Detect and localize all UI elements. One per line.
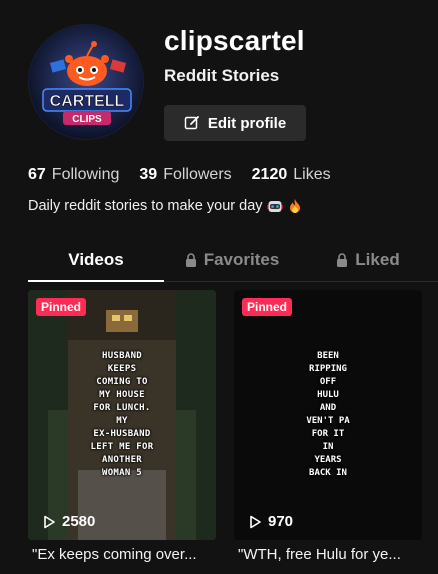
profile-page: CARTELL CLIPS clipscartel Reddit Stories… bbox=[0, 0, 438, 574]
play-icon bbox=[44, 515, 55, 528]
video-caption[interactable]: "WTH, free Hulu for ye... bbox=[238, 546, 434, 563]
followers-count: 39 bbox=[139, 166, 158, 183]
view-count-value: 970 bbox=[268, 513, 294, 530]
view-count-value: 2580 bbox=[62, 513, 96, 530]
view-count: 2580 bbox=[42, 513, 95, 530]
following-label: Following bbox=[51, 166, 120, 183]
profile-tabs: Videos Favorites Liked bbox=[28, 238, 438, 282]
following-count: 67 bbox=[28, 166, 46, 183]
username: clipscartel bbox=[164, 25, 305, 56]
lock-icon bbox=[185, 252, 196, 267]
tab-favorites-label: Favorites bbox=[203, 249, 280, 269]
tab-videos[interactable]: Videos bbox=[28, 238, 164, 282]
edit-profile-button[interactable]: Edit profile bbox=[164, 105, 306, 141]
pinned-badge: Pinned bbox=[36, 298, 87, 316]
view-count: 970 bbox=[248, 513, 293, 530]
avatar-logo-text-bottom: CLIPS bbox=[72, 114, 102, 125]
video-overlay-text: HUSBAND KEEPS COMING TO MY HOUSE FOR LUN… bbox=[90, 351, 154, 478]
pinned-badge: Pinned bbox=[242, 298, 293, 316]
video-card[interactable]: Pinned HUSBAND KEEPS COMING TO MY HOUSE … bbox=[28, 290, 216, 540]
robot-face-icon bbox=[266, 201, 283, 212]
profile-stats: 67 Following 39 Followers 2120 Likes bbox=[28, 166, 331, 184]
stat-followers[interactable]: 39 Followers bbox=[139, 166, 231, 184]
stat-following[interactable]: 67 Following bbox=[28, 166, 119, 184]
video-caption[interactable]: "Ex keeps coming over... bbox=[32, 546, 222, 563]
video-overlay-text: BEEN RIPPING OFF HULU AND VEN'T PA FOR I… bbox=[306, 351, 350, 478]
tab-favorites[interactable]: Favorites bbox=[164, 238, 300, 281]
tab-liked-label: Liked bbox=[355, 249, 400, 269]
avatar-logo-text-top: CARTELL bbox=[50, 93, 125, 110]
tab-liked[interactable]: Liked bbox=[300, 238, 436, 281]
bio: Daily reddit stories to make your day bbox=[28, 198, 303, 214]
edit-icon bbox=[184, 116, 199, 130]
video-card[interactable]: Pinned BEEN RIPPING OFF HULU AND VEN'T P… bbox=[234, 290, 422, 540]
likes-label: Likes bbox=[293, 166, 331, 183]
followers-label: Followers bbox=[163, 166, 232, 183]
edit-profile-label: Edit profile bbox=[207, 114, 287, 132]
stat-likes: 2120 Likes bbox=[252, 166, 331, 184]
play-icon bbox=[250, 515, 261, 528]
fire-icon bbox=[289, 199, 300, 213]
bio-text: Daily reddit stories to make your day bbox=[28, 198, 263, 214]
lock-icon bbox=[337, 252, 348, 267]
avatar[interactable]: CARTELL CLIPS bbox=[28, 24, 144, 140]
display-name: Reddit Stories bbox=[164, 66, 280, 85]
tab-videos-label: Videos bbox=[68, 249, 124, 269]
likes-count: 2120 bbox=[251, 166, 288, 183]
